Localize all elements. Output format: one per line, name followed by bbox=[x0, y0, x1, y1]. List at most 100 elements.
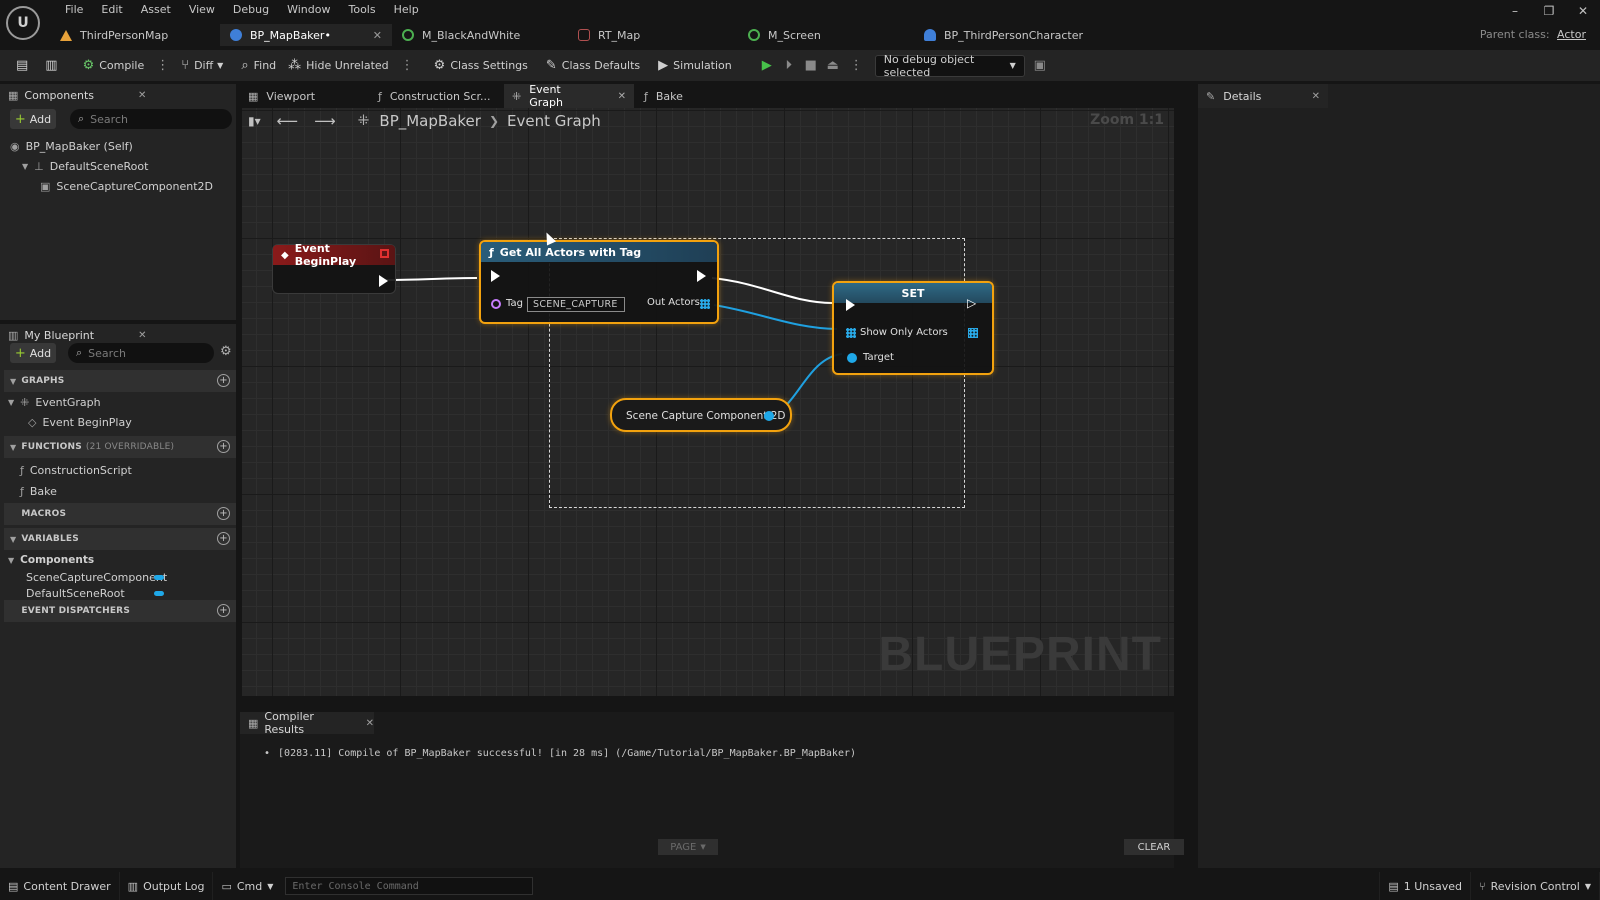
menu-file[interactable]: File bbox=[56, 3, 92, 17]
doc-tab-m-screen[interactable]: M_Screen bbox=[738, 24, 914, 46]
menu-view[interactable]: View bbox=[180, 3, 224, 17]
tree-item-scenecapture[interactable]: ▣ SceneCaptureComponent2D bbox=[40, 180, 213, 193]
eject-icon[interactable]: ⏏ bbox=[822, 55, 844, 77]
tab-viewport[interactable]: ▦ Viewport bbox=[240, 84, 364, 108]
tree-item-constructionscript[interactable]: ƒ ConstructionScript bbox=[20, 464, 132, 477]
overridable-count[interactable]: (21 OVERRIDABLE) bbox=[86, 442, 174, 452]
node-event-beginplay[interactable]: ◆ Event BeginPlay bbox=[272, 242, 396, 294]
section-variables[interactable]: ▼ VARIABLES + bbox=[4, 528, 236, 550]
tree-item-self[interactable]: ◉ BP_MapBaker (Self) bbox=[10, 140, 133, 153]
variable-defaultsceneroot[interactable]: DefaultSceneRoot bbox=[26, 587, 206, 600]
debug-filter-icon[interactable]: ▣ bbox=[1029, 55, 1051, 77]
close-icon[interactable]: ✕ bbox=[1312, 91, 1320, 102]
save-button[interactable]: ▤ bbox=[10, 54, 39, 78]
show-only-actors-out-pin[interactable] bbox=[968, 328, 978, 338]
minimize-icon[interactable]: – bbox=[1498, 4, 1532, 18]
doc-tab-bp-mapbaker[interactable]: BP_MapBaker• ✕ bbox=[220, 24, 392, 46]
close-icon[interactable]: ✕ bbox=[138, 90, 146, 101]
node-scene-capture-component-2d[interactable]: Scene Capture Component 2D bbox=[610, 398, 792, 432]
doc-tab-rt-map[interactable]: RT_Map bbox=[568, 24, 738, 46]
close-icon[interactable]: ✕ bbox=[618, 91, 626, 102]
tree-item-defaultsceneroot[interactable]: ▼ ⊥ DefaultSceneRoot bbox=[22, 160, 148, 173]
close-icon[interactable]: ✕ bbox=[373, 29, 382, 42]
section-graphs[interactable]: ▼ GRAPHS + bbox=[4, 370, 236, 392]
doc-tab-thirdpersonmap[interactable]: ThirdPersonMap bbox=[50, 24, 220, 46]
settings-gear-icon[interactable]: ⚙ bbox=[220, 344, 232, 359]
page-dropdown[interactable]: PAGE ▼ bbox=[658, 839, 718, 855]
output-log-button[interactable]: ▥ Output Log bbox=[120, 872, 214, 900]
menu-help[interactable]: Help bbox=[385, 3, 428, 17]
tab-event-graph[interactable]: ⁜ Event Graph ✕ bbox=[504, 83, 634, 109]
revision-control-button[interactable]: ⑂ Revision Control ▼ bbox=[1471, 872, 1600, 900]
scene-capture-out-pin[interactable] bbox=[764, 411, 774, 421]
content-drawer-button[interactable]: ▤ Content Drawer bbox=[0, 872, 120, 900]
tree-item-eventgraph[interactable]: ▼ ⁜ EventGraph bbox=[8, 396, 101, 409]
menu-asset[interactable]: Asset bbox=[132, 3, 180, 17]
add-function-icon[interactable]: + bbox=[217, 440, 230, 453]
diff-button[interactable]: ⑂ Diff ▼ bbox=[175, 54, 229, 78]
exec-out-pin[interactable] bbox=[697, 270, 706, 282]
tree-item-bake[interactable]: ƒ Bake bbox=[20, 485, 57, 498]
close-icon[interactable]: ✕ bbox=[366, 718, 374, 729]
play-button[interactable]: ▶ bbox=[756, 55, 778, 77]
restore-icon[interactable]: ❐ bbox=[1532, 4, 1566, 18]
stop-icon[interactable]: ■ bbox=[800, 55, 822, 77]
show-only-actors-pin[interactable] bbox=[846, 328, 856, 338]
tab-construction-script[interactable]: ƒ Construction Scr... bbox=[370, 84, 500, 108]
components-tab[interactable]: ▦ Components ✕ bbox=[0, 84, 155, 106]
exec-in-pin[interactable] bbox=[846, 299, 855, 311]
menu-edit[interactable]: Edit bbox=[92, 3, 131, 17]
compile-button[interactable]: ⚙ Compile bbox=[77, 54, 151, 78]
unreal-logo-icon[interactable]: U bbox=[6, 6, 40, 40]
parent-class-link[interactable]: Actor bbox=[1557, 28, 1586, 41]
add-component-button[interactable]: + Add bbox=[10, 109, 56, 129]
debug-object-select[interactable]: No debug object selected ▼ bbox=[874, 53, 1025, 79]
variable-scenecapturecomponent[interactable]: SceneCaptureComponent bbox=[26, 571, 206, 584]
tag-pin[interactable] bbox=[491, 299, 501, 309]
menu-window[interactable]: Window bbox=[278, 3, 339, 17]
compiler-results-tab[interactable]: ▦ Compiler Results ✕ bbox=[240, 710, 374, 736]
menu-debug[interactable]: Debug bbox=[224, 3, 278, 17]
menu-tools[interactable]: Tools bbox=[339, 3, 384, 17]
section-event-dispatchers[interactable]: ▼ EVENT DISPATCHERS + bbox=[4, 600, 236, 622]
add-variable-icon[interactable]: + bbox=[217, 532, 230, 545]
unsaved-button[interactable]: ▤ 1 Unsaved bbox=[1379, 872, 1471, 900]
components-search-input[interactable]: ⌕ Search bbox=[70, 109, 232, 129]
find-button[interactable]: ⌕ Find bbox=[235, 54, 282, 78]
variable-category-components[interactable]: ▼ Components bbox=[8, 554, 94, 566]
add-macro-icon[interactable]: + bbox=[217, 507, 230, 520]
tree-item-event-beginplay[interactable]: ◇ Event BeginPlay bbox=[28, 416, 132, 429]
out-actors-array-pin[interactable] bbox=[700, 299, 710, 309]
step-icon[interactable]: ⏵ bbox=[778, 55, 800, 77]
add-member-button[interactable]: + Add bbox=[10, 343, 56, 363]
section-macros[interactable]: ▼ MACROS + bbox=[4, 503, 236, 525]
hide-unrelated-options-icon[interactable]: ⋮ bbox=[395, 58, 420, 73]
section-functions[interactable]: ▼ FUNCTIONS (21 OVERRIDABLE) + bbox=[4, 436, 236, 458]
details-tab[interactable]: ✎ Details ✕ bbox=[1198, 84, 1328, 108]
close-icon[interactable]: ✕ bbox=[138, 330, 146, 341]
add-dispatcher-icon[interactable]: + bbox=[217, 604, 230, 617]
play-options-icon[interactable]: ⋮ bbox=[844, 58, 869, 73]
node-set-show-only-actors[interactable]: SET ▷ Show Only Actors Target bbox=[832, 281, 994, 375]
class-settings-button[interactable]: ⚙ Class Settings bbox=[428, 54, 534, 78]
exec-in-pin[interactable] bbox=[491, 270, 500, 282]
doc-tab-m-blackandwhite[interactable]: M_BlackAndWhite bbox=[392, 24, 568, 46]
cmd-dropdown[interactable]: ▭ Cmd ▼ bbox=[213, 872, 281, 900]
compile-options-icon[interactable]: ⋮ bbox=[150, 58, 175, 73]
node-get-all-actors-with-tag[interactable]: ƒ Get All Actors with Tag Tag SCENE_CAPT… bbox=[479, 240, 719, 324]
event-graph-canvas[interactable]: ▮▾ ⟵ ⟶ ⁜ BP_MapBaker ❯ Event Graph Zoom … bbox=[242, 108, 1174, 696]
tag-value-input[interactable]: SCENE_CAPTURE bbox=[527, 297, 625, 312]
class-defaults-button[interactable]: ✎ Class Defaults bbox=[540, 54, 646, 78]
hide-unrelated-button[interactable]: ⁂ Hide Unrelated bbox=[282, 54, 395, 78]
clear-button[interactable]: CLEAR bbox=[1124, 839, 1184, 855]
browse-button[interactable]: ▥ bbox=[39, 54, 68, 78]
console-input[interactable]: Enter Console Command bbox=[285, 877, 534, 895]
target-pin[interactable] bbox=[847, 353, 857, 363]
simulation-button[interactable]: ▶ Simulation bbox=[652, 54, 738, 78]
my-blueprint-search-input[interactable]: ⌕ Search bbox=[68, 343, 214, 363]
close-window-icon[interactable]: ✕ bbox=[1566, 4, 1600, 18]
doc-tab-bp-thirdpersoncharacter[interactable]: BP_ThirdPersonCharacter bbox=[914, 24, 1114, 46]
delegate-pin-icon[interactable] bbox=[380, 249, 389, 258]
tab-bake[interactable]: ƒ Bake bbox=[636, 84, 716, 108]
exec-out-pin[interactable] bbox=[379, 275, 388, 287]
